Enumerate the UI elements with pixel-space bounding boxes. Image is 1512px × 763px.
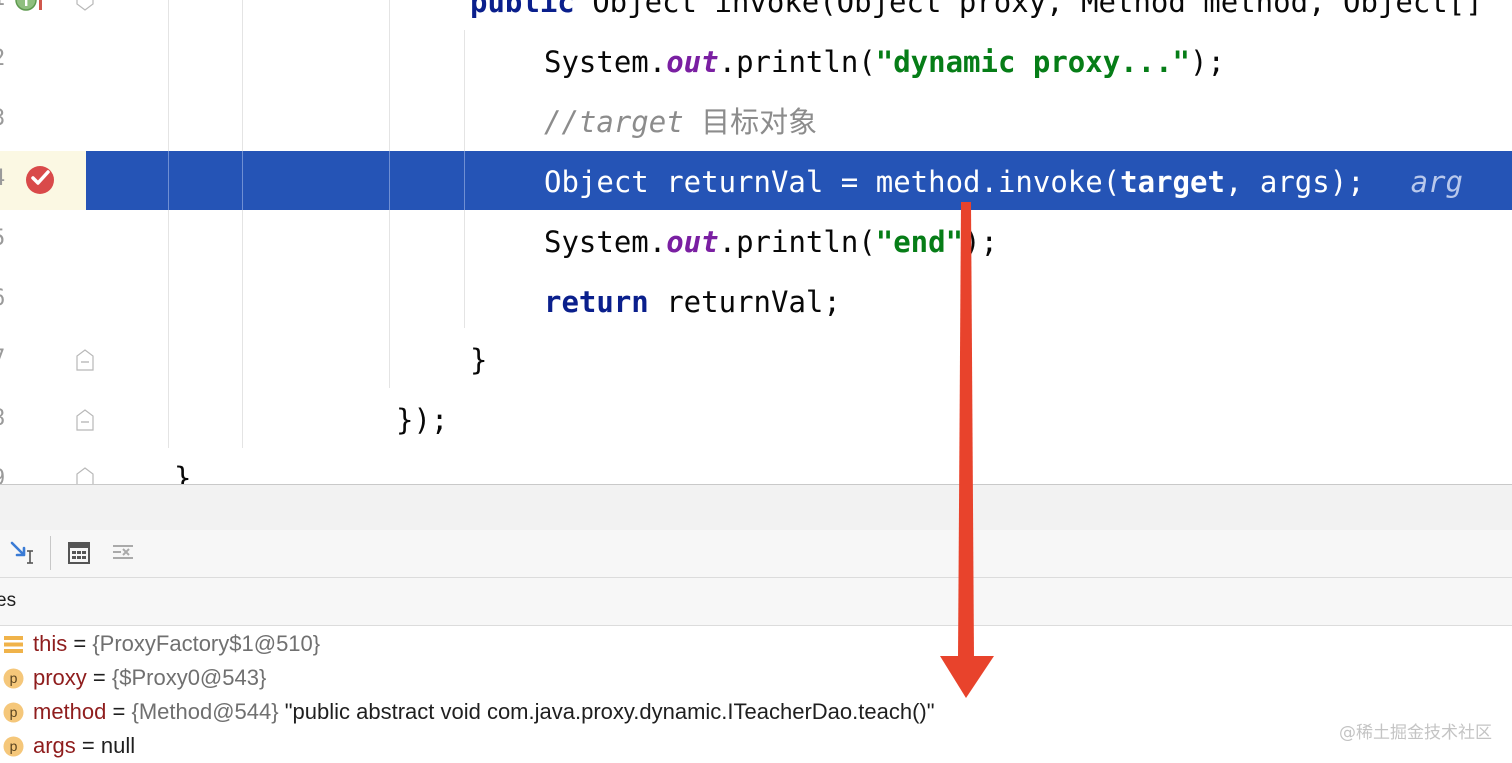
trace-icon[interactable] — [108, 538, 138, 568]
code-text: System. — [544, 45, 667, 79]
string-literal: "end" — [875, 225, 964, 259]
code-text: Object returnVal = method.invoke( — [544, 165, 1121, 199]
line-number: 4 — [0, 166, 8, 191]
line-number: 3 — [0, 106, 8, 131]
code-editor[interactable]: 1 2 3 4 5 6 7 8 9 — [0, 0, 1512, 484]
variable-row[interactable]: p proxy = {$Proxy0@543} — [0, 661, 1512, 695]
code-text: } — [470, 343, 488, 377]
variable-row[interactable]: p method = {Method@544} "public abstract… — [0, 695, 1512, 729]
string-literal: "dynamic proxy..." — [875, 45, 1191, 79]
code-line-5[interactable]: System.out.println("end"); — [544, 222, 998, 262]
code-text: Object invoke(Object proxy, Method metho… — [574, 0, 1483, 19]
code-text: returnVal; — [648, 285, 841, 319]
variable-value: null — [100, 733, 136, 758]
variable-value: "public abstract void com.java.proxy.dyn… — [278, 699, 935, 724]
indent-guide — [168, 151, 169, 210]
indent-guide — [464, 151, 465, 210]
code-line-9[interactable]: } — [174, 458, 191, 484]
field-ref: target — [1120, 165, 1225, 199]
variable-row[interactable]: p args = null — [0, 729, 1512, 763]
debugger-panel: es this = {ProxyFactory$1@510} p proxy =… — [0, 484, 1512, 762]
inline-debug-value: arg — [1410, 165, 1464, 199]
code-line-4-current[interactable]: Object returnVal = method.invoke(target,… — [544, 162, 1463, 202]
variable-eq: = — [86, 665, 112, 690]
line-number: 5 — [0, 226, 8, 251]
debugger-tab-bar — [0, 484, 1512, 531]
line-number: 6 — [0, 286, 8, 311]
fold-collapse-icon[interactable] — [75, 0, 95, 12]
line-number: 2 — [0, 46, 8, 71]
variable-name: this — [33, 631, 68, 656]
comment-cjk: 目标对象 — [701, 105, 818, 139]
parameter-icon: p — [3, 668, 24, 689]
run-to-cursor-icon[interactable] — [8, 538, 38, 568]
editor-gutter[interactable]: 1 2 3 4 5 6 7 8 9 — [0, 0, 94, 484]
static-field: out — [666, 45, 719, 79]
parameter-icon: p — [3, 736, 24, 757]
implements-method-icon[interactable] — [14, 0, 38, 12]
variable-text: this = {ProxyFactory$1@510} — [33, 627, 320, 661]
code-text: } — [174, 461, 192, 484]
static-field: out — [666, 225, 719, 259]
keyword: public — [470, 0, 575, 19]
line-number: 7 — [0, 346, 8, 371]
variable-ref: {Method@544} — [131, 699, 279, 724]
breakpoint-verified-icon[interactable] — [25, 165, 55, 195]
code-text: , args); — [1224, 165, 1365, 199]
code-line-2[interactable]: System.out.println("dynamic proxy..."); — [544, 42, 1225, 82]
variable-name: args — [33, 733, 76, 758]
variable-text: args = null — [33, 729, 135, 763]
line-number: 1 — [0, 0, 8, 11]
code-text: ); — [1190, 45, 1225, 79]
line-number: 9 — [0, 466, 8, 484]
comment: //target — [544, 105, 702, 139]
code-line-1[interactable]: public Object invoke(Object proxy, Metho… — [470, 0, 1483, 22]
line-number: 8 — [0, 406, 8, 431]
variable-name: method — [33, 699, 107, 724]
variable-text: method = {Method@544} "public abstract v… — [33, 695, 935, 729]
code-text: .println( — [718, 45, 876, 79]
variable-ref: {ProxyFactory$1@510} — [92, 631, 321, 656]
variable-ref: {$Proxy0@543} — [111, 665, 267, 690]
variables-header: es — [0, 578, 1512, 626]
fold-end-icon[interactable] — [75, 408, 95, 432]
variable-name: proxy — [33, 665, 87, 690]
code-text: .println( — [718, 225, 876, 259]
code-line-8[interactable]: }); — [396, 400, 448, 440]
variable-eq: = — [67, 631, 93, 656]
variables-title: es — [0, 590, 17, 611]
parameter-icon-letter: p — [10, 670, 18, 686]
parameter-icon: p — [3, 702, 24, 723]
watermark: @稀土掘金技术社区 — [1339, 723, 1492, 743]
field-list-icon — [4, 636, 23, 653]
code-line-6[interactable]: return returnVal; — [544, 282, 841, 322]
evaluate-expression-icon[interactable] — [64, 538, 94, 568]
code-line-3[interactable]: //target 目标对象 — [544, 102, 817, 142]
code-text: System. — [544, 225, 667, 259]
variable-text: proxy = {$Proxy0@543} — [33, 661, 266, 695]
code-text: }); — [396, 403, 449, 437]
override-marker-bar — [39, 0, 42, 10]
variable-eq: = — [106, 699, 132, 724]
code-text: ); — [963, 225, 998, 259]
keyword: return — [544, 285, 649, 319]
code-line-7[interactable]: } — [470, 340, 487, 380]
indent-guide — [168, 0, 169, 448]
indent-guide — [242, 151, 243, 210]
variable-row[interactable]: this = {ProxyFactory$1@510} — [0, 627, 1512, 661]
fold-end-icon[interactable] — [75, 348, 95, 372]
parameter-icon-letter: p — [10, 738, 18, 754]
indent-guide — [242, 0, 243, 448]
variable-eq: = — [75, 733, 101, 758]
fold-end-icon[interactable] — [75, 466, 95, 484]
debugger-toolbar — [0, 530, 1512, 578]
indent-guide — [389, 151, 390, 210]
toolbar-separator — [50, 536, 51, 570]
parameter-icon-letter: p — [10, 704, 18, 720]
